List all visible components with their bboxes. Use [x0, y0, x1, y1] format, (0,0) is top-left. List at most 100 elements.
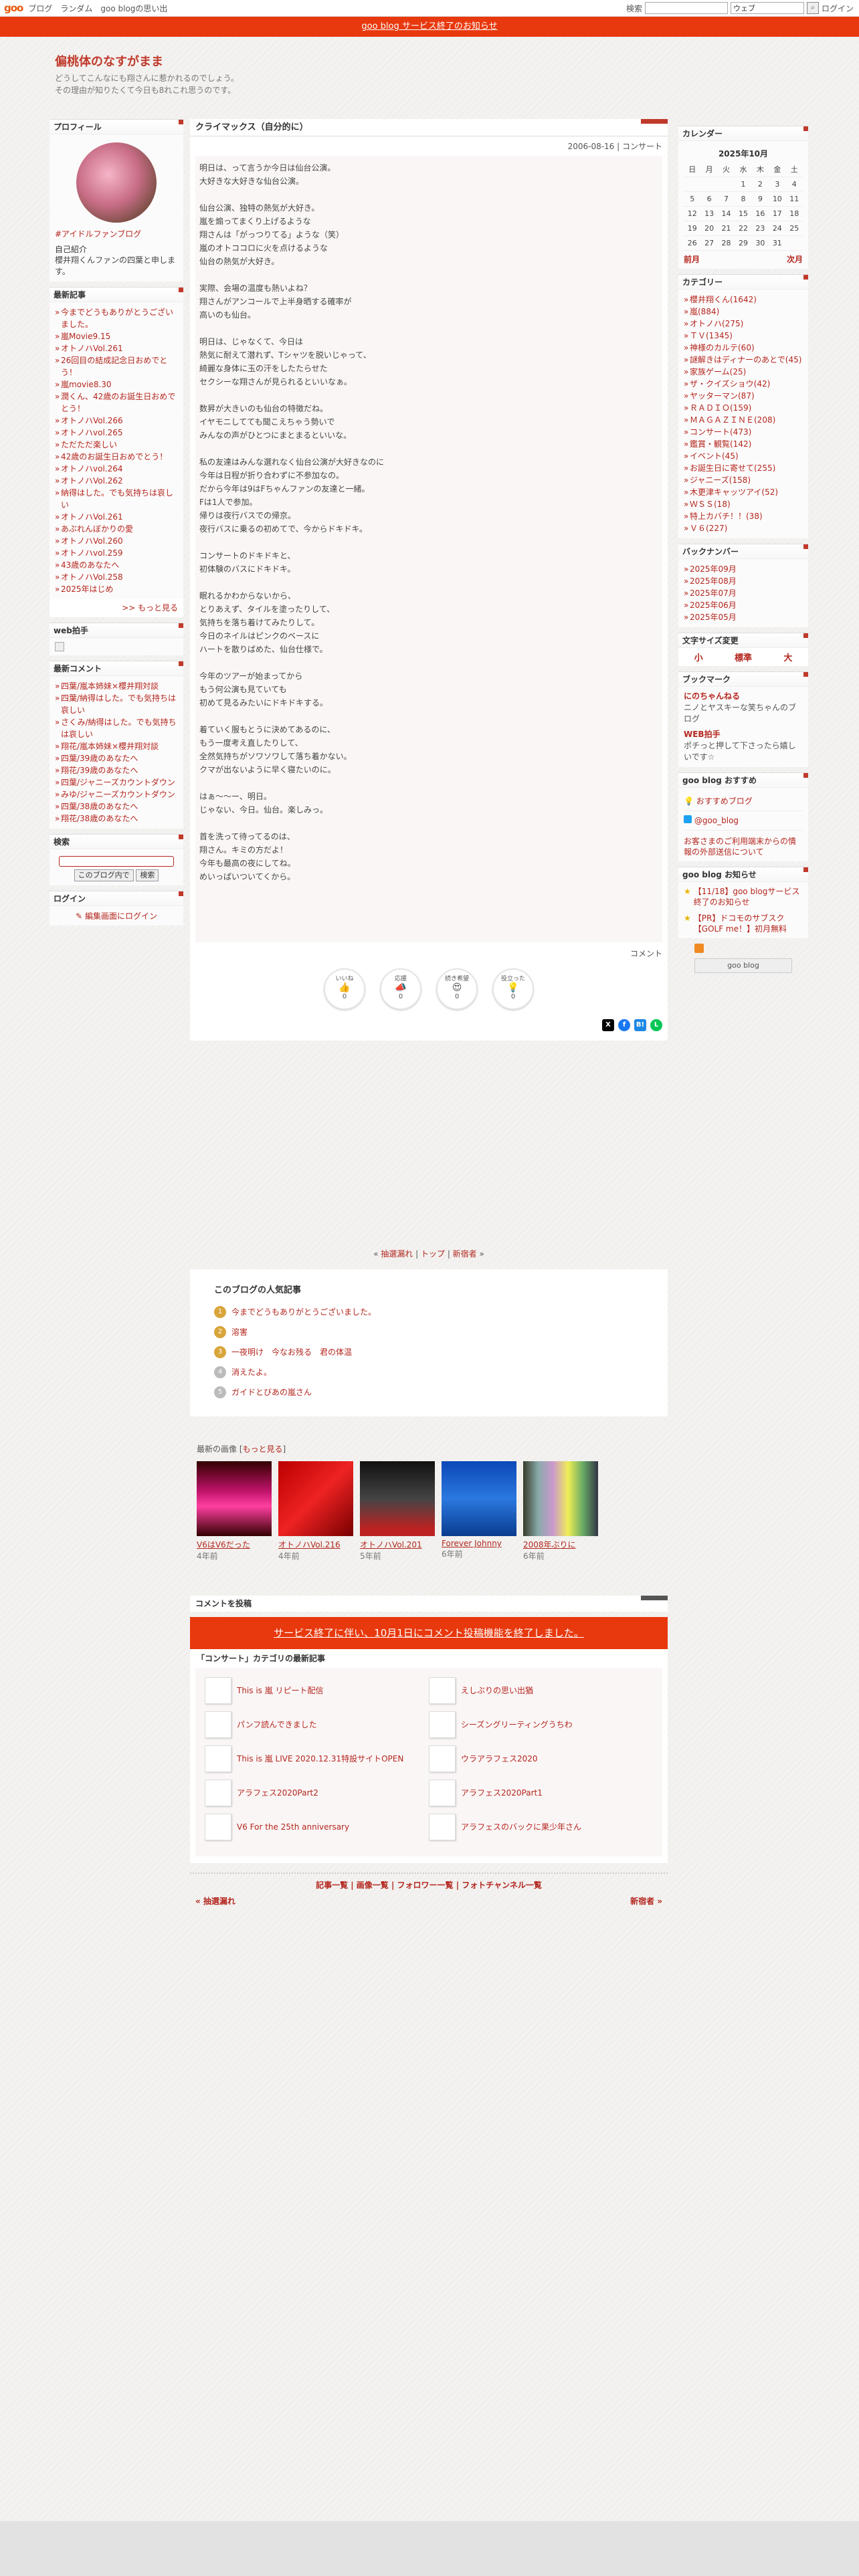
- post-thumbnail-icon[interactable]: [429, 1779, 456, 1806]
- recent-post-item[interactable]: オトノハVol.262: [55, 475, 178, 487]
- category-item[interactable]: 鑑賞・観覧(142): [684, 438, 803, 450]
- recent-comment-item[interactable]: さくみ/納得はした。でも気持ちは哀しい: [55, 716, 178, 740]
- category-post-link[interactable]: V6 For the 25th anniversary: [237, 1822, 349, 1832]
- font-normal-button[interactable]: 標準: [735, 651, 752, 663]
- recent-post-item[interactable]: 今までどうもありがとうございました。: [55, 306, 178, 330]
- bottom-prev-link[interactable]: « 抽選漏れ: [195, 1895, 235, 1907]
- image-thumb[interactable]: オトノハVol.201 5年前: [360, 1461, 435, 1562]
- search-scope-select[interactable]: このブログ内で: [74, 869, 134, 881]
- backnumber-item[interactable]: 2025年07月: [684, 587, 803, 599]
- font-small-button[interactable]: 小: [694, 651, 703, 663]
- webclap-image-icon[interactable]: [55, 642, 64, 651]
- thumb-caption[interactable]: V6はV6だった: [197, 1539, 272, 1550]
- recent-comment-item[interactable]: みゆ/ジャニーズカウントダウン: [55, 788, 178, 800]
- bottom-next-link[interactable]: 新宿者 »: [630, 1895, 662, 1907]
- x-share-icon[interactable]: X: [602, 1019, 614, 1031]
- recent-comment-item[interactable]: 四葉/納得はした。でも気持ちは哀しい: [55, 692, 178, 716]
- backnumber-item[interactable]: 2025年05月: [684, 611, 803, 623]
- post-thumbnail-icon[interactable]: [429, 1677, 456, 1704]
- recent-post-item[interactable]: あぶれんぼかりの愛: [55, 523, 178, 535]
- category-post-item[interactable]: シーズングリーティングうちわ: [429, 1707, 653, 1741]
- thumb-caption[interactable]: オトノハVol.216: [278, 1539, 353, 1550]
- category-post-link[interactable]: アラフェス2020Part1: [461, 1787, 543, 1798]
- recent-post-item[interactable]: 納得はした。でも気持ちは哀しい: [55, 487, 178, 511]
- profile-tag-link[interactable]: #アイドルファンブログ: [55, 228, 178, 239]
- thumb-caption[interactable]: 2008年ぶりに: [523, 1539, 598, 1550]
- thumb-caption[interactable]: オトノハVol.201: [360, 1539, 435, 1550]
- image-thumb[interactable]: V6はV6だった 4年前: [197, 1461, 272, 1562]
- category-item[interactable]: ヤッターマン(87): [684, 390, 803, 402]
- category-post-link[interactable]: アラフェスのバックに果少年さん: [461, 1821, 581, 1832]
- recent-post-item[interactable]: オトノハvol.259: [55, 547, 178, 559]
- recent-post-item[interactable]: 潤くん、42歳のお誕生日おめでとう！: [55, 391, 178, 415]
- post-thumbnail-icon[interactable]: [205, 1813, 231, 1840]
- category-post-link[interactable]: えしぶりの思い出猶: [461, 1685, 533, 1696]
- category-item[interactable]: 特上カバチ！！(38): [684, 510, 803, 522]
- profile-avatar[interactable]: [76, 142, 157, 223]
- hatena-share-icon[interactable]: B!: [634, 1019, 646, 1031]
- category-item[interactable]: Ｖ６(227): [684, 522, 803, 534]
- images-more-link[interactable]: もっと見る: [243, 1444, 283, 1454]
- category-post-link[interactable]: パンフ読んできました: [237, 1719, 317, 1730]
- calendar-next[interactable]: 次月: [787, 253, 803, 265]
- popular-item[interactable]: 2 溶害: [214, 1322, 644, 1342]
- recent-comment-item[interactable]: 四葉/38歳のあなたへ: [55, 800, 178, 813]
- category-post-link[interactable]: ウラアラフェス2020: [461, 1753, 538, 1764]
- recent-post-item[interactable]: 43歳のあなたへ: [55, 559, 178, 571]
- login-link[interactable]: ログイン: [822, 3, 854, 14]
- category-item[interactable]: ザ・クイズショウ(42): [684, 378, 803, 390]
- font-large-button[interactable]: 大: [783, 651, 792, 663]
- entry-title[interactable]: クライマックス（自分的に）: [190, 119, 668, 136]
- popular-item[interactable]: 3 一夜明け 今なお残る 君の体温: [214, 1342, 644, 1362]
- post-thumbnail-icon[interactable]: [205, 1745, 231, 1772]
- recommend-link[interactable]: おすすめブログ: [696, 796, 753, 806]
- category-post-link[interactable]: アラフェス2020Part2: [237, 1787, 318, 1798]
- recent-comment-item[interactable]: 翔花/38歳のあなたへ: [55, 813, 178, 825]
- recent-comment-item[interactable]: 四葉/嵐本姉妹×櫻井翔対談: [55, 680, 178, 692]
- backnumber-item[interactable]: 2025年06月: [684, 599, 803, 611]
- category-post-link[interactable]: シーズングリーティングうちわ: [461, 1719, 573, 1730]
- recent-post-item[interactable]: 2025年はじめ: [55, 583, 178, 595]
- category-post-item[interactable]: パンフ読んできました: [205, 1707, 429, 1741]
- news-link[interactable]: 【11/18】goo blogサービス終了のお知らせ: [694, 886, 803, 907]
- recent-post-item[interactable]: 26回目の結成記念日おめでとう！: [55, 354, 178, 379]
- popular-item[interactable]: 5 ガイドとびあの嵐さん: [214, 1382, 644, 1402]
- rss-icon[interactable]: [694, 943, 704, 953]
- notice-link[interactable]: goo blog サービス終了のお知らせ: [361, 21, 497, 31]
- recent-post-item[interactable]: 嵐movie8.30: [55, 379, 178, 391]
- comment-link[interactable]: コメント: [190, 942, 668, 964]
- service-notice-banner[interactable]: goo blog サービス終了のお知らせ: [0, 17, 859, 37]
- image-thumb[interactable]: オトノハVol.216 4年前: [278, 1461, 353, 1562]
- calendar-prev[interactable]: 前月: [684, 253, 700, 265]
- image-thumb[interactable]: 2008年ぶりに 6年前: [523, 1461, 598, 1562]
- category-post-item[interactable]: アラフェス2020Part1: [429, 1776, 653, 1810]
- top-link-random[interactable]: ランダム: [60, 3, 92, 14]
- line-share-icon[interactable]: L: [650, 1019, 662, 1031]
- bottom-links[interactable]: 記事一覧 | 画像一覧 | フォロワー一覧 | フォトチャンネル一覧: [190, 1872, 668, 1891]
- category-item[interactable]: 神様のカルテ(60): [684, 342, 803, 354]
- recent-post-item[interactable]: オトノハVol.261: [55, 342, 178, 354]
- category-item[interactable]: お誕生日に寄せて(255): [684, 462, 803, 474]
- post-thumbnail-icon[interactable]: [205, 1779, 231, 1806]
- post-thumbnail-icon[interactable]: [429, 1745, 456, 1772]
- post-thumbnail-icon[interactable]: [429, 1813, 456, 1840]
- backnumber-item[interactable]: 2025年09月: [684, 563, 803, 575]
- blog-search-input[interactable]: [59, 856, 174, 867]
- top-search-select[interactable]: ウェブ: [730, 2, 804, 14]
- next-entry-link[interactable]: 新宿者: [453, 1249, 477, 1259]
- category-post-item[interactable]: アラフェスのバックに果少年さん: [429, 1810, 653, 1844]
- category-item[interactable]: ＭＡＧＡＺＩＮＥ(208): [684, 414, 803, 426]
- post-thumbnail-icon[interactable]: [429, 1711, 456, 1738]
- top-link-blog[interactable]: ブログ: [28, 3, 52, 14]
- category-item[interactable]: ＷＳＳ(18): [684, 498, 803, 510]
- thumb-image[interactable]: [360, 1461, 435, 1536]
- edit-login-link[interactable]: 編集画面にログイン: [85, 911, 157, 921]
- category-item[interactable]: 櫻井翔くん(1642): [684, 294, 803, 306]
- category-item[interactable]: 木更津キャッツアイ(52): [684, 486, 803, 498]
- bookmark-link[interactable]: にのちゃんねる: [684, 691, 803, 702]
- recent-post-item[interactable]: 42歳のお誕生日おめでとう！: [55, 451, 178, 463]
- category-item[interactable]: ＲＡＤＩＯ(159): [684, 402, 803, 414]
- more-link[interactable]: >> もっと見る: [50, 602, 183, 617]
- external-info-link[interactable]: お客さまのご利用端末からの情報の外部送信について: [684, 836, 803, 857]
- blog-search-button[interactable]: 検索: [136, 869, 159, 881]
